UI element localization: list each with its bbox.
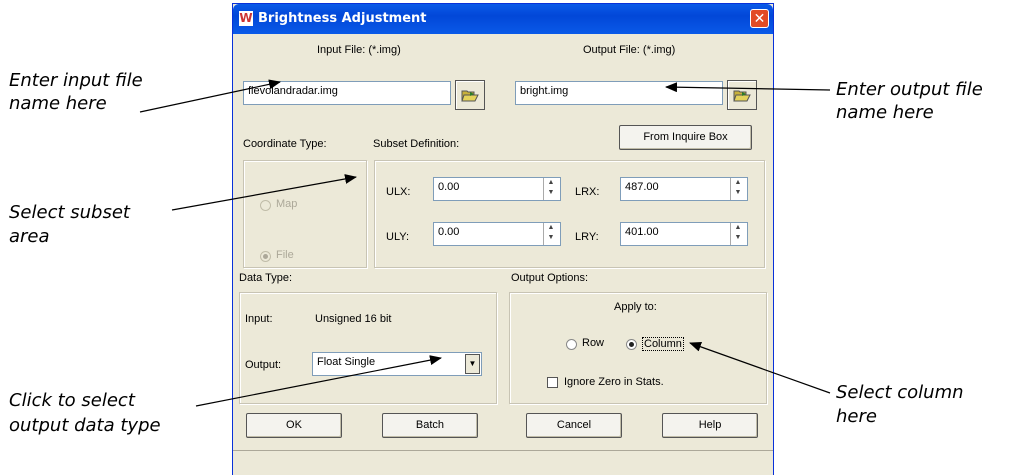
arrow-input [139, 79, 281, 113]
arrow-output [665, 82, 831, 93]
callout-arrows [139, 79, 831, 407]
arrow-column [689, 341, 831, 394]
arrow-subset [171, 174, 357, 211]
arrow-datatype [195, 355, 442, 407]
